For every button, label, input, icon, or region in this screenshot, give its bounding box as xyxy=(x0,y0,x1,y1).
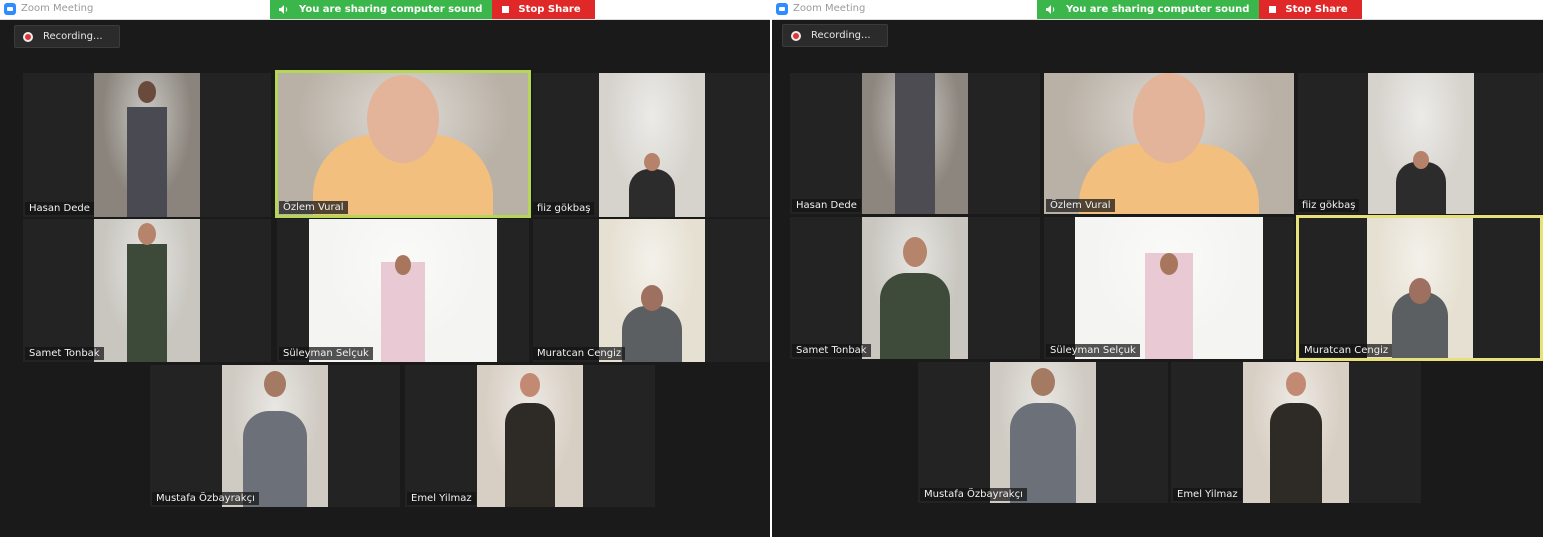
participant-figure xyxy=(1270,403,1322,503)
participant-head xyxy=(520,373,540,397)
share-banner: You are sharing computer sound Stop Shar… xyxy=(270,0,595,19)
video-feed xyxy=(1367,73,1474,214)
participant-head xyxy=(1286,372,1306,396)
participant-figure xyxy=(505,403,555,507)
participant-head xyxy=(903,237,927,267)
stop-share-label: Stop Share xyxy=(518,4,581,15)
participant-head xyxy=(264,371,286,397)
participant-figure xyxy=(127,107,167,217)
participant-name: Emel Yilmaz xyxy=(407,492,476,505)
video-tile[interactable]: Özlem Vural xyxy=(1044,73,1294,214)
participant-name: Özlem Vural xyxy=(1046,199,1115,212)
video-feed xyxy=(278,73,528,215)
participant-head xyxy=(1133,73,1205,163)
participant-name: Özlem Vural xyxy=(279,201,348,214)
video-feed xyxy=(862,217,968,359)
participant-head xyxy=(395,255,411,275)
recording-indicator[interactable]: Recording... xyxy=(14,25,120,48)
video-feed xyxy=(1366,218,1473,358)
video-feed xyxy=(477,365,583,507)
zoom-app-icon xyxy=(4,3,16,15)
speaker-icon xyxy=(278,4,289,15)
zoom-app-icon xyxy=(776,3,788,15)
video-feed xyxy=(598,73,705,217)
participant-figure xyxy=(381,262,425,362)
sharing-sound-text: You are sharing computer sound xyxy=(299,4,483,15)
participant-name: Samet Tonbak xyxy=(792,344,871,357)
recording-indicator[interactable]: Recording... xyxy=(782,24,888,47)
video-feed xyxy=(94,219,200,362)
speaker-icon xyxy=(1045,4,1056,15)
sharing-sound-indicator: You are sharing computer sound xyxy=(270,0,493,19)
participant-name: Muratcan Cengiz xyxy=(533,347,626,360)
participant-head xyxy=(1412,151,1429,169)
participant-figure xyxy=(895,73,935,214)
video-tile-active-speaker[interactable]: Muratcan Cengiz xyxy=(1296,215,1543,361)
zoom-window-right: Zoom Meeting You are sharing computer so… xyxy=(772,0,1543,537)
sharing-sound-indicator: You are sharing computer sound xyxy=(1037,0,1260,19)
recording-label: Recording... xyxy=(43,31,103,42)
participant-name: fiiz gökbaş xyxy=(533,202,595,215)
video-tile[interactable]: Emel Yilmaz xyxy=(1171,362,1421,503)
participant-name: fiiz gökbaş xyxy=(1298,199,1360,212)
record-icon xyxy=(23,31,33,42)
participant-name: Samet Tonbak xyxy=(25,347,104,360)
stop-share-button[interactable]: Stop Share xyxy=(492,0,595,19)
participant-name: Hasan Dede xyxy=(792,199,861,212)
video-feed xyxy=(990,362,1096,503)
video-feed xyxy=(222,365,328,507)
participant-name: Süleyman Selçuk xyxy=(279,347,373,360)
participant-head xyxy=(640,285,663,311)
recording-label: Recording... xyxy=(811,30,871,41)
video-tile[interactable]: Süleyman Selçuk xyxy=(277,219,529,362)
participant-name: Mustafa Özbayrakçı xyxy=(152,492,259,505)
sharing-sound-text: You are sharing computer sound xyxy=(1066,4,1250,15)
participant-head xyxy=(1160,253,1178,275)
video-feed xyxy=(1075,217,1263,359)
stop-share-label: Stop Share xyxy=(1285,4,1348,15)
video-tile[interactable]: Samet Tonbak xyxy=(23,219,271,362)
video-feed xyxy=(862,73,968,214)
video-tile[interactable]: Mustafa Özbayrakçı xyxy=(150,365,400,507)
participant-head xyxy=(643,153,660,171)
video-tile[interactable]: Süleyman Selçuk xyxy=(1044,217,1294,359)
record-icon xyxy=(791,30,801,41)
video-tile[interactable]: Mustafa Özbayrakçı xyxy=(918,362,1168,503)
participant-name: Emel Yilmaz xyxy=(1173,488,1242,501)
participant-head xyxy=(1408,278,1431,304)
participant-name: Mustafa Özbayrakçı xyxy=(920,488,1027,501)
stop-share-button[interactable]: Stop Share xyxy=(1259,0,1362,19)
participant-figure xyxy=(628,169,675,217)
participant-head xyxy=(1031,368,1055,396)
video-tile[interactable]: Hasan Dede xyxy=(790,73,1040,214)
participant-figure xyxy=(621,306,682,362)
participant-figure xyxy=(1395,162,1446,214)
participant-name: Süleyman Selçuk xyxy=(1046,344,1140,357)
video-tile[interactable]: Samet Tonbak xyxy=(790,217,1040,359)
video-tile-active-speaker[interactable]: Özlem Vural xyxy=(275,70,531,218)
zoom-window-left: Zoom Meeting You are sharing computer so… xyxy=(0,0,770,537)
participant-name: Muratcan Cengiz xyxy=(1300,344,1393,357)
stop-icon xyxy=(1269,6,1277,13)
participant-name: Hasan Dede xyxy=(25,202,94,215)
video-feed xyxy=(1243,362,1349,503)
participant-head xyxy=(138,223,156,245)
participant-figure xyxy=(127,244,167,362)
participant-head xyxy=(367,75,439,163)
video-tile[interactable]: Muratcan Cengiz xyxy=(533,219,770,362)
participant-figure xyxy=(880,273,950,359)
video-tile[interactable]: Emel Yilmaz xyxy=(405,365,655,507)
video-feed xyxy=(598,219,705,362)
video-feed xyxy=(1044,73,1294,214)
stop-icon xyxy=(502,6,510,13)
video-tile[interactable]: Hasan Dede xyxy=(23,73,271,217)
participant-head xyxy=(138,81,156,103)
window-title: Zoom Meeting xyxy=(21,3,94,14)
video-tile[interactable]: fiiz gökbaş xyxy=(533,73,770,217)
share-banner: You are sharing computer sound Stop Shar… xyxy=(1037,0,1362,19)
video-feed xyxy=(309,219,497,362)
video-tile[interactable]: fiiz gökbaş xyxy=(1298,73,1543,214)
window-title: Zoom Meeting xyxy=(793,3,866,14)
video-feed xyxy=(94,73,200,217)
